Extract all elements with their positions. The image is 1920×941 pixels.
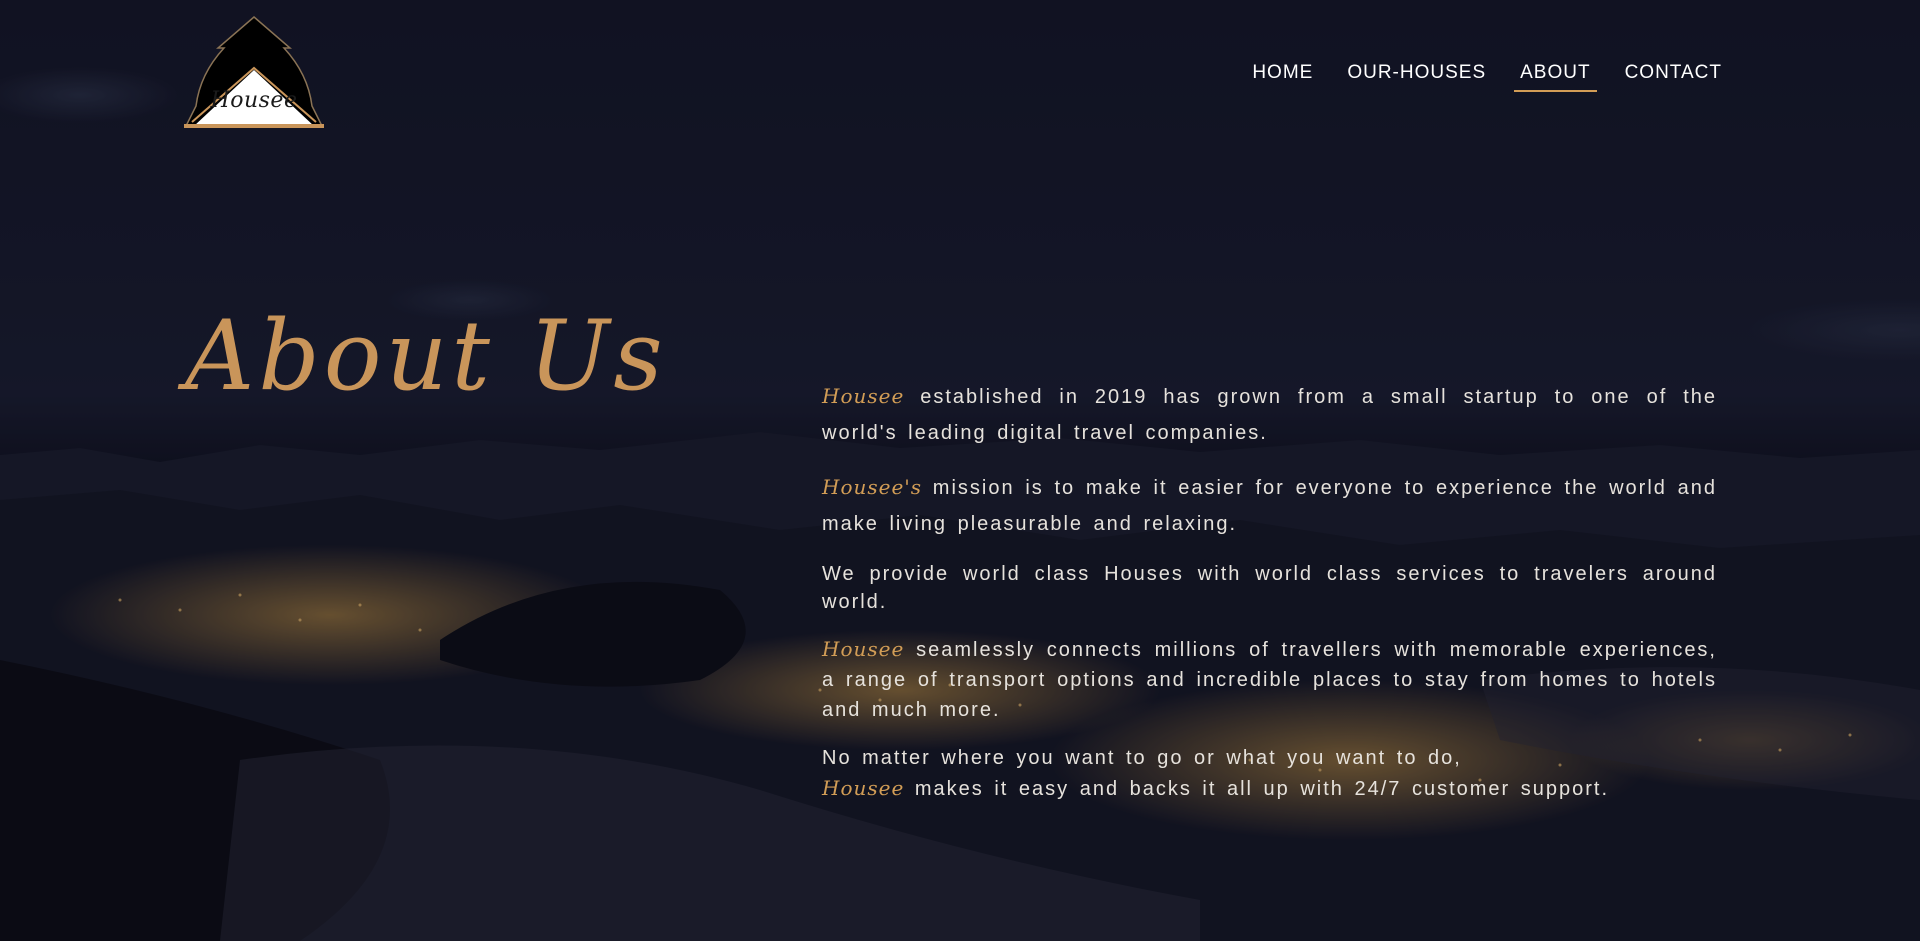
about-paragraph-3: We provide world class Houses with world… (822, 560, 1717, 616)
paragraph-lead: No matter where you want to go or what y… (822, 747, 1462, 769)
nav-home[interactable]: HOME (1246, 62, 1319, 92)
page-title: About Us (185, 300, 667, 412)
paragraph-text: We provide world class Houses with world… (822, 563, 1717, 613)
about-paragraph-5: No matter where you want to go or what y… (822, 743, 1717, 804)
logo-text: Housee (210, 88, 298, 113)
main-navigation: HOME OUR-HOUSES ABOUT CONTACT (1224, 62, 1728, 92)
about-content: Housee established in 2019 has grown fro… (822, 378, 1717, 822)
brand-name: Housee's (822, 475, 923, 499)
about-page: Housee HOME OUR-HOUSES ABOUT CONTACT Abo… (0, 0, 1920, 941)
paragraph-text: mission is to make it easier for everyon… (822, 477, 1717, 535)
nav-our-houses[interactable]: OUR-HOUSES (1341, 62, 1492, 92)
about-paragraph-2: Housee's mission is to make it easier fo… (822, 469, 1717, 542)
site-logo[interactable]: Housee (180, 14, 328, 130)
nav-about[interactable]: ABOUT (1514, 62, 1598, 92)
brand-name: Housee (822, 637, 905, 661)
paragraph-text: makes it easy and backs it all up with 2… (904, 778, 1610, 800)
paragraph-text: seamlessly connects millions of travelle… (822, 639, 1717, 721)
nav-contact[interactable]: CONTACT (1619, 62, 1728, 92)
about-paragraph-1: Housee established in 2019 has grown fro… (822, 378, 1717, 451)
brand-name: Housee (822, 384, 905, 408)
about-paragraph-4: Housee seamlessly connects millions of t… (822, 634, 1717, 725)
paragraph-text: established in 2019 has grown from a sma… (822, 386, 1717, 444)
brand-name: Housee (822, 776, 905, 800)
